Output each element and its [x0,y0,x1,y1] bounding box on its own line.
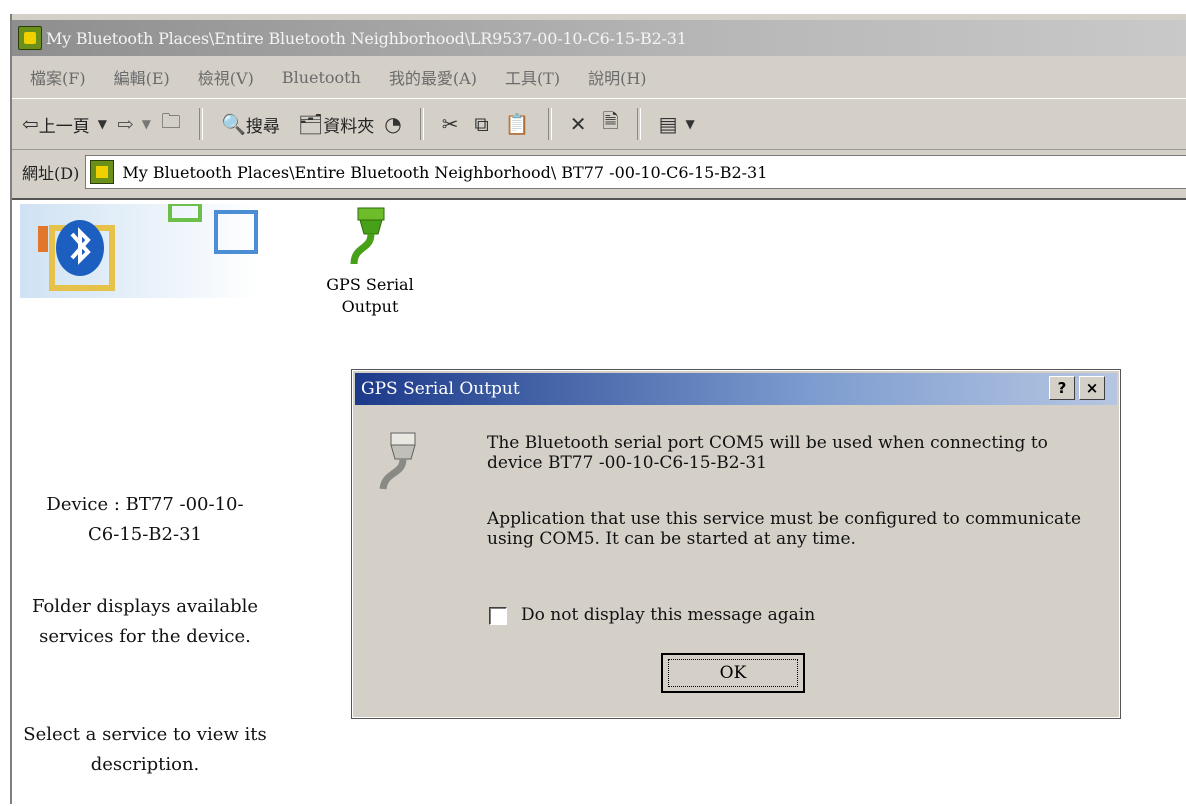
select-hint: Select a service to view its description… [20,720,270,780]
menu-view[interactable]: 檢視(V) [198,65,254,89]
folders-icon: 🗂 [297,112,324,136]
views-icon: ▤ [658,112,678,136]
service-label-line-1: GPS Serial [326,275,414,294]
paste-button[interactable]: 📋 [505,112,530,136]
copy-button[interactable]: ⧉ [475,112,489,136]
views-button[interactable]: ▤ ▼ [659,112,695,136]
forward-arrow-icon: ⇨ [117,112,134,136]
select-line-2: description. [90,754,200,775]
dialog-message-1: The Bluetooth serial port COM5 will be u… [487,433,1048,473]
address-bar: 網址(D) My Bluetooth Places\Entire Bluetoo… [12,150,1186,194]
serial-port-icon [350,207,385,265]
message2-line-1: Application that use this service must b… [487,509,1082,529]
device-line-2: C6-15-B2-31 [88,524,202,545]
search-label: 搜尋 [245,116,280,137]
menu-help[interactable]: 說明(H) [588,65,646,89]
toolbar-separator [419,108,424,140]
bluetooth-places-icon [90,160,115,184]
toolbar: ⇦ 上一頁 ▼ ⇨ ▼ 🗀 🔍 搜尋 🗂 資料夾 ◔ ✂ ⧉ 📋 ✕ 🗎 ▤ ▼ [12,98,1186,150]
gps-serial-output-dialog: GPS Serial Output ? × The Bluetooth seri… [351,369,1121,719]
serial-port-icon [379,432,416,490]
folder-line-2: services for the device. [39,626,251,647]
close-button[interactable]: × [1079,376,1105,400]
dialog-title-bar: GPS Serial Output [355,373,1117,405]
back-label: 上一頁 [38,116,90,137]
cut-button[interactable]: ✂ [442,112,459,136]
properties-icon: 🗎 [602,109,619,133]
properties-button[interactable]: 🗎 [602,107,618,141]
views-dropdown-icon[interactable]: ▼ [685,117,694,131]
window-title: My Bluetooth Places\Entire Bluetooth Nei… [46,28,687,48]
service-label-line-2: Output [341,297,399,316]
up-folder-icon: 🗀 [161,109,181,133]
dont-show-again-checkbox[interactable] [489,607,507,625]
toolbar-separator [547,108,552,140]
dont-show-again-label[interactable]: Do not display this message again [521,605,815,625]
delete-icon: ✕ [569,112,587,136]
address-value: My Bluetooth Places\Entire Bluetooth Nei… [122,162,768,182]
search-button[interactable]: 🔍 搜尋 [221,112,280,137]
device-info: Device : BT77 -00-10- C6-15-B2-31 [20,490,270,550]
folder-line-1: Folder displays available [31,596,259,617]
forward-dropdown-icon[interactable]: ▼ [142,117,151,131]
toolbar-separator [199,108,203,140]
menu-tools[interactable]: 工具(T) [505,65,560,89]
menu-bar: 檔案(F) 編輯(E) 檢視(V) Bluetooth 我的最愛(A) 工具(T… [12,58,1186,96]
message1-line-1: The Bluetooth serial port COM5 will be u… [487,433,1048,453]
cut-icon: ✂ [441,112,459,136]
paste-icon: 📋 [504,112,530,136]
menu-file[interactable]: 檔案(F) [30,65,86,89]
address-field[interactable]: My Bluetooth Places\Entire Bluetooth Nei… [85,155,1186,189]
back-button[interactable]: ⇦ 上一頁 ▼ [22,112,107,137]
folders-label: 資料夾 [323,116,375,137]
menu-edit[interactable]: 編輯(E) [114,65,170,89]
copy-icon: ⧉ [474,112,489,136]
menu-favorites[interactable]: 我的最愛(A) [389,65,477,89]
bluetooth-places-icon [18,26,42,50]
address-label: 網址(D) [22,164,80,183]
help-button[interactable]: ? [1049,376,1075,400]
history-icon: ◔ [384,112,402,136]
forward-button[interactable]: ⇨ ▼ [117,112,151,136]
dialog-message-2: Application that use this service must b… [487,509,1081,549]
folder-description: Folder displays available services for t… [20,592,270,652]
back-dropdown-icon[interactable]: ▼ [98,117,107,131]
device-line-1: Device : BT77 -00-10- [46,494,244,515]
toolbar-separator [636,108,641,140]
history-button[interactable]: ◔ [384,112,401,136]
delete-button[interactable]: ✕ [570,112,587,136]
ok-button-label: OK [668,659,798,687]
back-arrow-icon: ⇦ [22,112,39,136]
up-folder-button[interactable]: 🗀 [161,107,181,141]
menu-bluetooth[interactable]: Bluetooth [282,68,361,87]
title-bar: My Bluetooth Places\Entire Bluetooth Nei… [12,20,1186,56]
service-gps-serial-output[interactable]: GPS Serial Output [308,206,432,318]
folders-button[interactable]: 🗂 資料夾 [298,112,374,137]
select-line-1: Select a service to view its [23,724,267,745]
search-icon: 🔍 [221,112,246,136]
message1-line-2: device BT77 -00-10-C6-15-B2-31 [487,453,767,473]
bluetooth-banner-graphic [20,204,260,298]
ok-button[interactable]: OK [661,653,805,693]
message2-line-2: using COM5. It can be started at any tim… [487,529,856,549]
dialog-title: GPS Serial Output [361,379,520,399]
